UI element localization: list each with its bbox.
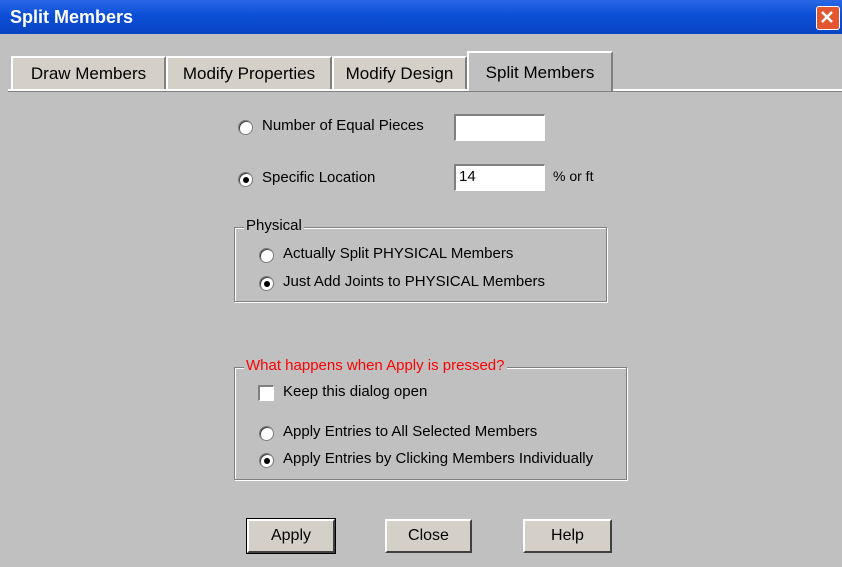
close-button[interactable]: Close <box>385 519 472 553</box>
equal-pieces-label: Number of Equal Pieces <box>262 117 424 134</box>
apply-individually-label: Apply Entries by Clicking Members Indivi… <box>283 450 594 467</box>
keep-open-label: Keep this dialog open <box>283 383 428 400</box>
tab-label: Modify Design <box>345 64 454 83</box>
apply-all-label: Apply Entries to All Selected Members <box>283 423 538 440</box>
split-physical-label: Actually Split PHYSICAL Members <box>283 245 514 262</box>
add-joints-label: Just Add Joints to PHYSICAL Members <box>283 273 546 290</box>
apply-group-title: What happens when Apply is pressed? <box>244 357 507 374</box>
unit-label: % or ft <box>553 168 594 184</box>
apply-button[interactable]: Apply <box>246 518 336 554</box>
split-physical-radio[interactable] <box>259 248 274 263</box>
specific-location-label: Specific Location <box>262 169 376 186</box>
tab-draw-members[interactable]: Draw Members <box>11 56 166 89</box>
add-joints-radio[interactable] <box>259 276 274 291</box>
tab-modify-design[interactable]: Modify Design <box>332 56 467 89</box>
tab-label: Draw Members <box>30 64 147 83</box>
apply-all-radio[interactable] <box>259 426 274 441</box>
radio-selected-dot <box>264 281 270 287</box>
tab-label: Modify Properties <box>182 64 316 83</box>
keep-open-checkbox[interactable] <box>258 385 274 401</box>
apply-individually-radio[interactable] <box>259 453 274 468</box>
tab-split-members[interactable]: Split Members <box>467 51 613 91</box>
radio-selected-dot <box>243 177 249 183</box>
split-members-dialog: Split Members Draw Members Modify Proper… <box>0 0 842 567</box>
specific-location-input[interactable]: 14 <box>454 164 545 191</box>
physical-groupbox <box>234 227 607 302</box>
specific-location-radio[interactable] <box>238 172 253 187</box>
close-window-button[interactable] <box>816 6 840 30</box>
tab-modify-properties[interactable]: Modify Properties <box>166 56 332 89</box>
equal-pieces-radio[interactable] <box>238 120 253 135</box>
close-icon <box>821 11 833 23</box>
tab-label: Split Members <box>485 63 595 82</box>
physical-group-title: Physical <box>244 217 304 234</box>
equal-pieces-input[interactable] <box>454 114 545 141</box>
help-button[interactable]: Help <box>523 519 612 553</box>
title-bar: Split Members <box>0 0 842 34</box>
window-title: Split Members <box>10 7 134 27</box>
radio-selected-dot <box>264 458 270 464</box>
